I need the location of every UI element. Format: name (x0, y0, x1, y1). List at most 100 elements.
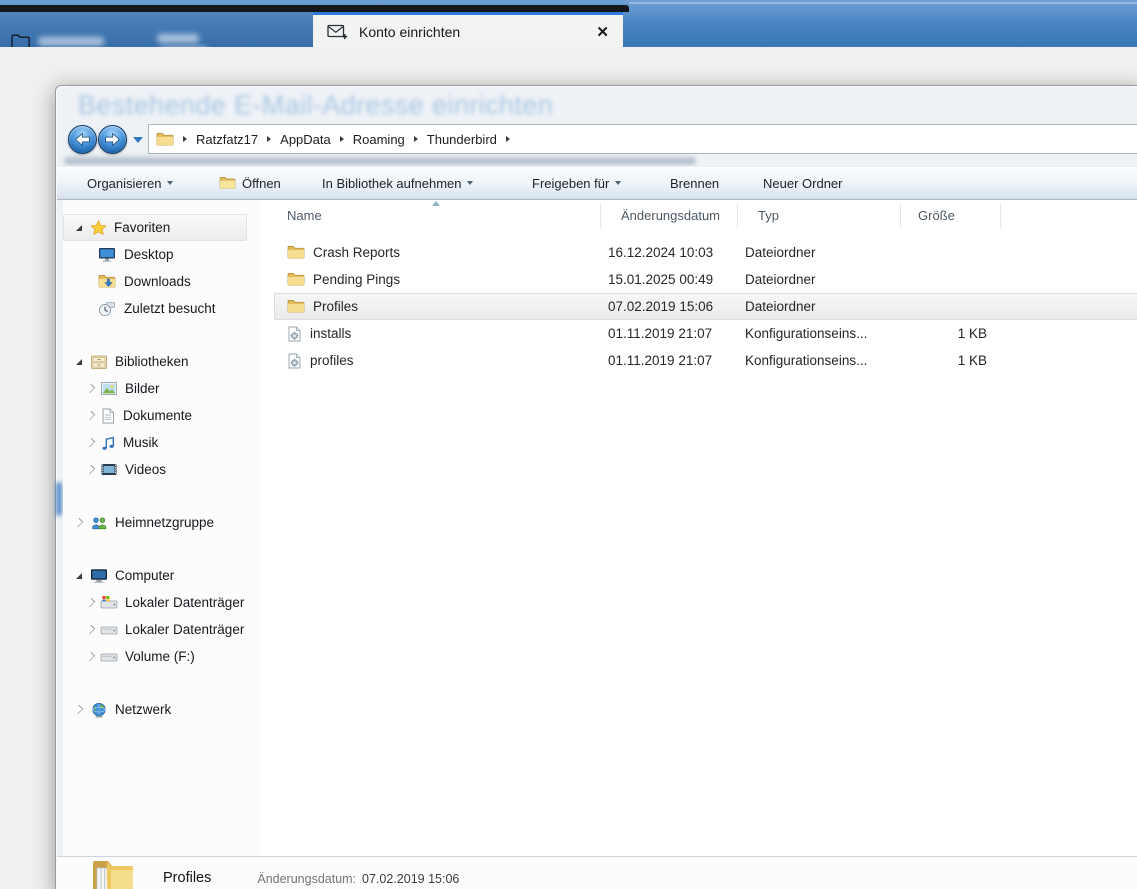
expander-closed-icon[interactable] (85, 383, 96, 394)
tab-strip-gloss (629, 2, 1137, 4)
glass-blur-artifact (56, 482, 62, 516)
table-row-crash-reports[interactable]: Crash Reports 16.12.2024 10:03 Dateiordn… (274, 239, 1137, 266)
back-button[interactable] (68, 125, 97, 154)
breadcrumb-separator-icon[interactable] (339, 136, 344, 142)
documents-icon (100, 408, 116, 424)
file-date: 07.02.2019 15:06 (608, 299, 714, 314)
sidebar-label: Heimnetzgruppe (115, 515, 215, 530)
column-header-date[interactable]: Änderungsdatum (608, 208, 745, 223)
sidebar-item-netzwerk[interactable]: Netzwerk (63, 696, 259, 723)
download-folder-icon (98, 274, 116, 289)
breadcrumb-thunderbird[interactable]: Thunderbird (427, 132, 497, 147)
config-file-icon (287, 353, 302, 369)
new-folder-button[interactable]: Neuer Ordner (763, 167, 842, 199)
breadcrumb-appdata[interactable]: AppData (280, 132, 331, 147)
sidebar-item-heimnetzgruppe[interactable]: Heimnetzgruppe (63, 509, 259, 536)
file-type: Dateiordner (745, 299, 816, 314)
explorer-window: Bestehende E-Mail-Adresse einrichten Rat… (55, 85, 1137, 889)
star-icon (90, 219, 107, 236)
drive-icon (100, 622, 118, 637)
sidebar-label: Dokumente (123, 408, 193, 423)
homegroup-icon (90, 515, 108, 531)
column-divider[interactable] (737, 203, 738, 228)
sidebar-label: Computer (115, 568, 175, 583)
burn-button[interactable]: Brennen (670, 167, 719, 199)
sidebar-item-dokumente[interactable]: Dokumente (63, 402, 259, 429)
open-label: Öffnen (242, 175, 281, 191)
column-header-size[interactable]: Größe (905, 208, 995, 223)
share-with-button[interactable]: Freigeben für (532, 167, 622, 199)
tab-title: Konto einrichten (359, 23, 461, 40)
column-header-name[interactable]: Name (274, 208, 608, 223)
file-size: 1 KB (957, 326, 987, 341)
expander-closed-icon[interactable] (85, 624, 96, 635)
file-name: profiles (310, 353, 354, 368)
file-list-area: Name Änderungsdatum Typ Größe Crash Repo… (260, 200, 1137, 856)
breadcrumb-separator-icon[interactable] (505, 136, 510, 142)
sidebar-item-bibliotheken[interactable]: Bibliotheken (63, 348, 259, 375)
sidebar-item-videos[interactable]: Videos (63, 456, 259, 483)
sidebar-item-volume-f[interactable]: Volume (F:) (63, 643, 259, 670)
organize-label: Organisieren (87, 175, 162, 191)
breadcrumb-roaming[interactable]: Roaming (353, 132, 405, 147)
file-type: Dateiordner (745, 245, 816, 260)
expander-open-icon[interactable] (73, 224, 84, 231)
sidebar-item-zuletzt-besucht[interactable]: Zuletzt besucht (63, 295, 259, 322)
expander-open-icon[interactable] (73, 358, 84, 365)
sidebar-item-downloads[interactable]: Downloads (63, 268, 259, 295)
breadcrumb-ratzfatz17[interactable]: Ratzfatz17 (196, 132, 258, 147)
file-type: Konfigurationseins... (745, 353, 868, 368)
address-bar[interactable]: Ratzfatz17 AppData Roaming Thunderbird (148, 124, 1137, 154)
table-row-installs[interactable]: installs 01.11.2019 21:07 Konfigurations… (274, 320, 1137, 347)
expander-closed-icon[interactable] (85, 410, 96, 421)
explorer-main: Favoriten Desktop Downloads Zuletzt besu… (63, 200, 1137, 856)
expander-open-icon[interactable] (73, 572, 84, 579)
inactive-tab-region[interactable] (0, 12, 313, 55)
expander-closed-icon[interactable] (85, 464, 96, 475)
table-row-profiles-ini[interactable]: profiles 01.11.2019 21:07 Konfigurations… (274, 347, 1137, 374)
column-header-type[interactable]: Typ (745, 208, 905, 223)
sidebar-item-lokaler-datentraeger-d[interactable]: Lokaler Datenträger (63, 616, 259, 643)
table-row-profiles-selected[interactable]: Profiles 07.02.2019 15:06 Dateiordner (274, 293, 1137, 320)
glass-heading-text: Bestehende E-Mail-Adresse einrichten (78, 90, 554, 120)
chevron-down-icon (467, 181, 474, 185)
file-type: Dateiordner (745, 272, 816, 287)
chevron-down-icon (615, 181, 622, 185)
sidebar-item-computer[interactable]: Computer (63, 562, 259, 589)
sidebar-item-desktop[interactable]: Desktop (63, 241, 259, 268)
sidebar-item-musik[interactable]: Musik (63, 429, 259, 456)
expander-closed-icon[interactable] (85, 597, 96, 608)
expander-closed-icon[interactable] (85, 437, 96, 448)
breadcrumb-separator-icon[interactable] (413, 136, 418, 142)
sort-ascending-icon (432, 201, 440, 206)
add-to-library-button[interactable]: In Bibliothek aufnehmen (322, 167, 474, 199)
column-divider[interactable] (600, 203, 601, 228)
sidebar-item-favoriten[interactable]: Favoriten (63, 214, 247, 241)
sidebar-label: Videos (125, 462, 167, 477)
table-row-pending-pings[interactable]: Pending Pings 15.01.2025 00:49 Dateiordn… (274, 266, 1137, 293)
glass-blurred-subtitle (64, 157, 696, 165)
blurred-tab-label (38, 37, 104, 46)
open-button[interactable]: Öffnen (219, 167, 281, 199)
expander-closed-icon[interactable] (73, 704, 84, 715)
column-headers: Name Änderungsdatum Typ Größe (260, 200, 1137, 230)
sidebar-item-lokaler-datentraeger-c[interactable]: Lokaler Datenträger (63, 589, 259, 616)
tab-konto-einrichten[interactable]: Konto einrichten ✕ (313, 12, 623, 48)
recent-pages-dropdown-icon[interactable] (133, 137, 143, 143)
column-divider[interactable] (1000, 203, 1001, 228)
column-divider[interactable] (900, 203, 901, 228)
open-folder-icon (219, 176, 236, 190)
expander-closed-icon[interactable] (85, 651, 96, 662)
organize-button[interactable]: Organisieren (87, 167, 174, 199)
forward-button[interactable] (98, 125, 127, 154)
details-title: Profiles (163, 870, 212, 886)
mail-plus-icon (327, 24, 348, 40)
new-folder-label: Neuer Ordner (763, 175, 843, 191)
details-pane: Profiles Änderungsdatum: 07.02.2019 15:0… (57, 856, 1137, 889)
breadcrumb-separator-icon[interactable] (267, 136, 272, 142)
file-date: 16.12.2024 10:03 (608, 245, 714, 260)
tab-close-icon[interactable]: ✕ (596, 23, 609, 41)
share-with-label: Freigeben für (532, 175, 610, 191)
sidebar-item-bilder[interactable]: Bilder (63, 375, 259, 402)
expander-closed-icon[interactable] (73, 517, 84, 528)
